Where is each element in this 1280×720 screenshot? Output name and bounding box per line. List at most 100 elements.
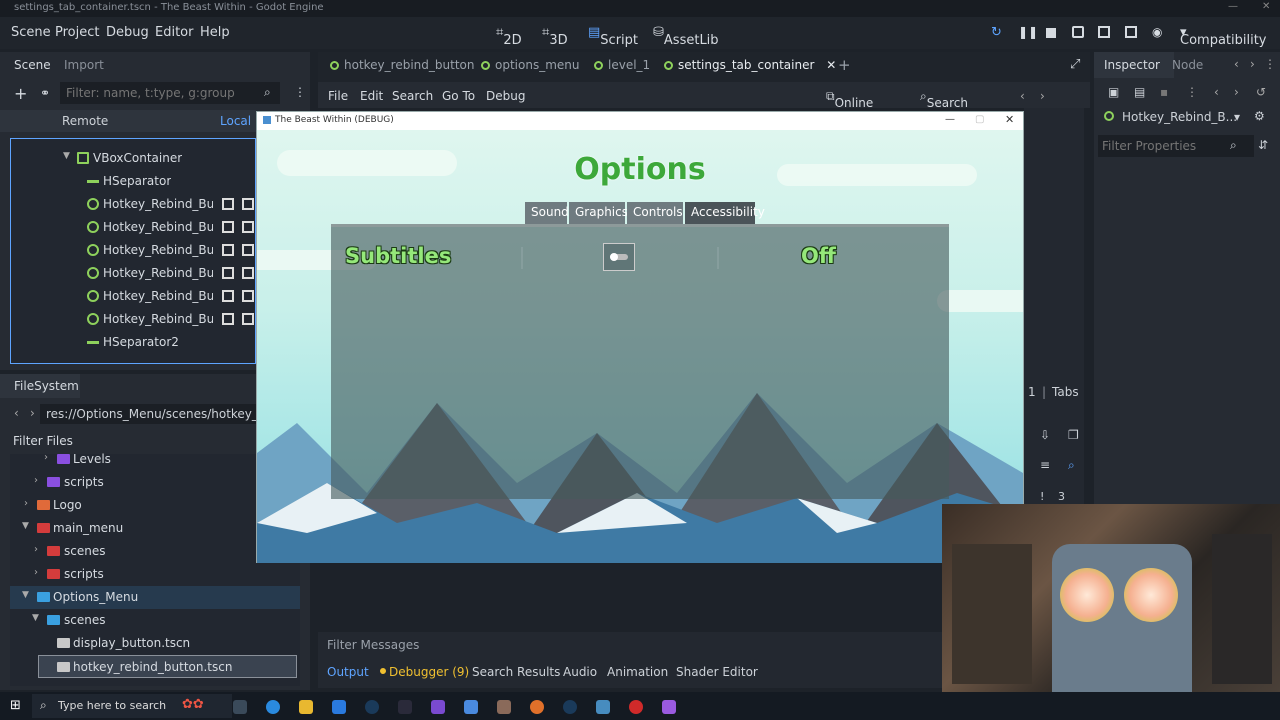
add-node-icon[interactable]: + bbox=[14, 84, 27, 103]
script-icon[interactable] bbox=[242, 267, 254, 279]
minimize-icon[interactable]: — bbox=[1228, 1, 1238, 12]
tab-search-results[interactable]: Search Results bbox=[472, 665, 560, 679]
search-icon[interactable]: ⌕ bbox=[1068, 458, 1075, 473]
list-icon[interactable]: ≡ bbox=[1040, 458, 1050, 472]
instance-icon[interactable] bbox=[222, 221, 234, 233]
chevron-right-icon[interactable]: › bbox=[44, 452, 48, 463]
tree-row[interactable]: Hotkey_Rebind_Bu... bbox=[11, 193, 256, 216]
warning-icon[interactable]: ! bbox=[1040, 490, 1044, 503]
tab-audio[interactable]: Audio bbox=[563, 665, 597, 679]
script-icon[interactable] bbox=[242, 221, 254, 233]
edge-icon[interactable] bbox=[266, 700, 280, 714]
path-field[interactable]: res://Options_Menu/scenes/hotkey_reb bbox=[40, 404, 258, 424]
save-icon[interactable]: ▪ bbox=[1160, 85, 1168, 99]
tree-row[interactable]: Hotkey_Rebind_Bu... bbox=[11, 262, 256, 285]
script-icon[interactable] bbox=[242, 290, 254, 302]
kebab-menu-icon[interactable]: ⋮ bbox=[294, 85, 306, 99]
tree-row[interactable]: Hotkey_Rebind_Bu... bbox=[11, 308, 256, 331]
explorer-icon[interactable] bbox=[299, 700, 313, 714]
maximize-icon[interactable]: ▢ bbox=[975, 114, 984, 125]
chevron-right-icon[interactable]: › bbox=[34, 567, 38, 578]
chevron-right-icon[interactable]: › bbox=[34, 544, 38, 555]
copy-icon[interactable]: ❐ bbox=[1068, 428, 1079, 442]
online-docs-button[interactable]: ⧉ Online Docs bbox=[826, 89, 873, 124]
workspace-3d-button[interactable]: ⌗ 3D bbox=[542, 25, 568, 48]
list-item-selected[interactable]: hotkey_rebind_button.tscn bbox=[38, 655, 297, 678]
instance-icon[interactable] bbox=[222, 313, 234, 325]
forward-icon[interactable]: › bbox=[1040, 89, 1045, 103]
vscode-icon[interactable] bbox=[464, 700, 478, 714]
back-icon[interactable]: ‹ bbox=[1214, 85, 1219, 99]
search-help-button[interactable]: ⌕ Search Help bbox=[920, 89, 968, 124]
tree-row[interactable]: Hotkey_Rebind_Bu... bbox=[11, 216, 256, 239]
list-item[interactable]: › Logo bbox=[10, 494, 255, 517]
minimize-icon[interactable]: — bbox=[945, 114, 955, 125]
list-item[interactable]: ▼ scenes bbox=[10, 609, 255, 632]
app-icon[interactable] bbox=[431, 700, 445, 714]
tab-shader-editor[interactable]: Shader Editor bbox=[676, 665, 758, 679]
tabs-indicator[interactable]: Tabs bbox=[1052, 385, 1079, 399]
subtitles-toggle[interactable] bbox=[603, 243, 635, 271]
list-item[interactable]: ▼ main_menu bbox=[10, 517, 255, 540]
app-icon[interactable] bbox=[497, 700, 511, 714]
history-icon[interactable]: ↺ bbox=[1256, 85, 1266, 99]
menu-debug[interactable]: Debug bbox=[106, 25, 149, 40]
stop-icon[interactable] bbox=[1046, 28, 1056, 38]
menu-scene[interactable]: Scene bbox=[11, 25, 51, 40]
close-icon[interactable]: ✕ bbox=[1005, 113, 1014, 126]
menu-editor[interactable]: Editor bbox=[155, 25, 193, 40]
movie-icon[interactable] bbox=[1125, 26, 1137, 38]
back-icon[interactable]: ‹ bbox=[1020, 89, 1025, 103]
script-menu-edit[interactable]: Edit bbox=[360, 89, 383, 103]
scene-filter-input[interactable] bbox=[60, 82, 280, 104]
reload-icon[interactable]: ↻ bbox=[991, 25, 1002, 40]
menu-project[interactable]: Project bbox=[55, 25, 99, 40]
back-icon[interactable]: ‹ bbox=[14, 406, 19, 420]
workspace-script-button[interactable]: ▤ Script bbox=[588, 25, 638, 48]
list-item[interactable]: › Levels bbox=[10, 448, 255, 471]
run-scene-icon[interactable] bbox=[1072, 26, 1084, 38]
chevron-down-icon[interactable]: ▼ bbox=[32, 613, 39, 623]
list-item[interactable]: › scenes bbox=[10, 540, 255, 563]
list-item[interactable]: › scripts bbox=[10, 563, 255, 586]
distraction-free-icon[interactable]: ⤢ bbox=[1070, 57, 1080, 72]
open-folder-icon[interactable]: ▤ bbox=[1134, 85, 1145, 99]
download-icon[interactable]: ⇩ bbox=[1040, 428, 1050, 442]
script-menu-search[interactable]: Search bbox=[392, 89, 433, 103]
app-icon[interactable] bbox=[662, 700, 676, 714]
object-selector[interactable]: Hotkey_Rebind_B... ▾ bbox=[1100, 108, 1248, 128]
script-icon[interactable] bbox=[242, 244, 254, 256]
tab-inspector[interactable]: Inspector bbox=[1094, 52, 1174, 78]
instance-icon[interactable] bbox=[222, 244, 234, 256]
obs-icon[interactable] bbox=[629, 700, 643, 714]
tab-controls[interactable]: Controls bbox=[627, 202, 683, 224]
forward-icon[interactable]: › bbox=[1250, 57, 1255, 71]
instance-icon[interactable] bbox=[222, 198, 234, 210]
script-icon[interactable] bbox=[242, 198, 254, 210]
add-tab-icon[interactable]: + bbox=[838, 56, 851, 74]
kebab-menu-icon[interactable]: ⋮ bbox=[1186, 85, 1198, 99]
tab-scene[interactable]: Scene bbox=[14, 58, 51, 86]
windows-start-icon[interactable]: ⊞ bbox=[10, 698, 21, 713]
tree-row[interactable]: ▼ VBoxContainer bbox=[11, 147, 256, 170]
steam-icon[interactable] bbox=[563, 700, 577, 714]
script-menu-goto[interactable]: Go To bbox=[442, 89, 475, 103]
task-view-icon[interactable] bbox=[233, 700, 247, 714]
chevron-right-icon[interactable]: › bbox=[34, 475, 38, 486]
script-menu-file[interactable]: File bbox=[328, 89, 348, 103]
run-custom-icon[interactable] bbox=[1098, 26, 1110, 38]
local-tab[interactable]: Local bbox=[220, 114, 251, 128]
link-icon[interactable]: ⚭ bbox=[40, 86, 50, 100]
tab-accessibility[interactable]: Accessibility bbox=[685, 202, 765, 224]
tab-debugger[interactable]: Debugger (9) bbox=[389, 665, 469, 679]
instance-icon[interactable] bbox=[222, 267, 234, 279]
renderer-select[interactable]: Compatibility ▾ bbox=[1180, 25, 1267, 48]
tree-row[interactable]: HSeparator bbox=[11, 170, 256, 193]
steam-icon[interactable] bbox=[365, 700, 379, 714]
godot-icon[interactable] bbox=[596, 700, 610, 714]
tree-row[interactable]: HSeparator2 bbox=[11, 331, 256, 354]
tab-sound[interactable]: Sound bbox=[525, 202, 569, 224]
app-icon[interactable] bbox=[530, 700, 544, 714]
filesystem-tab[interactable]: FileSystem bbox=[0, 374, 80, 398]
chevron-down-icon[interactable]: ▼ bbox=[22, 521, 29, 531]
